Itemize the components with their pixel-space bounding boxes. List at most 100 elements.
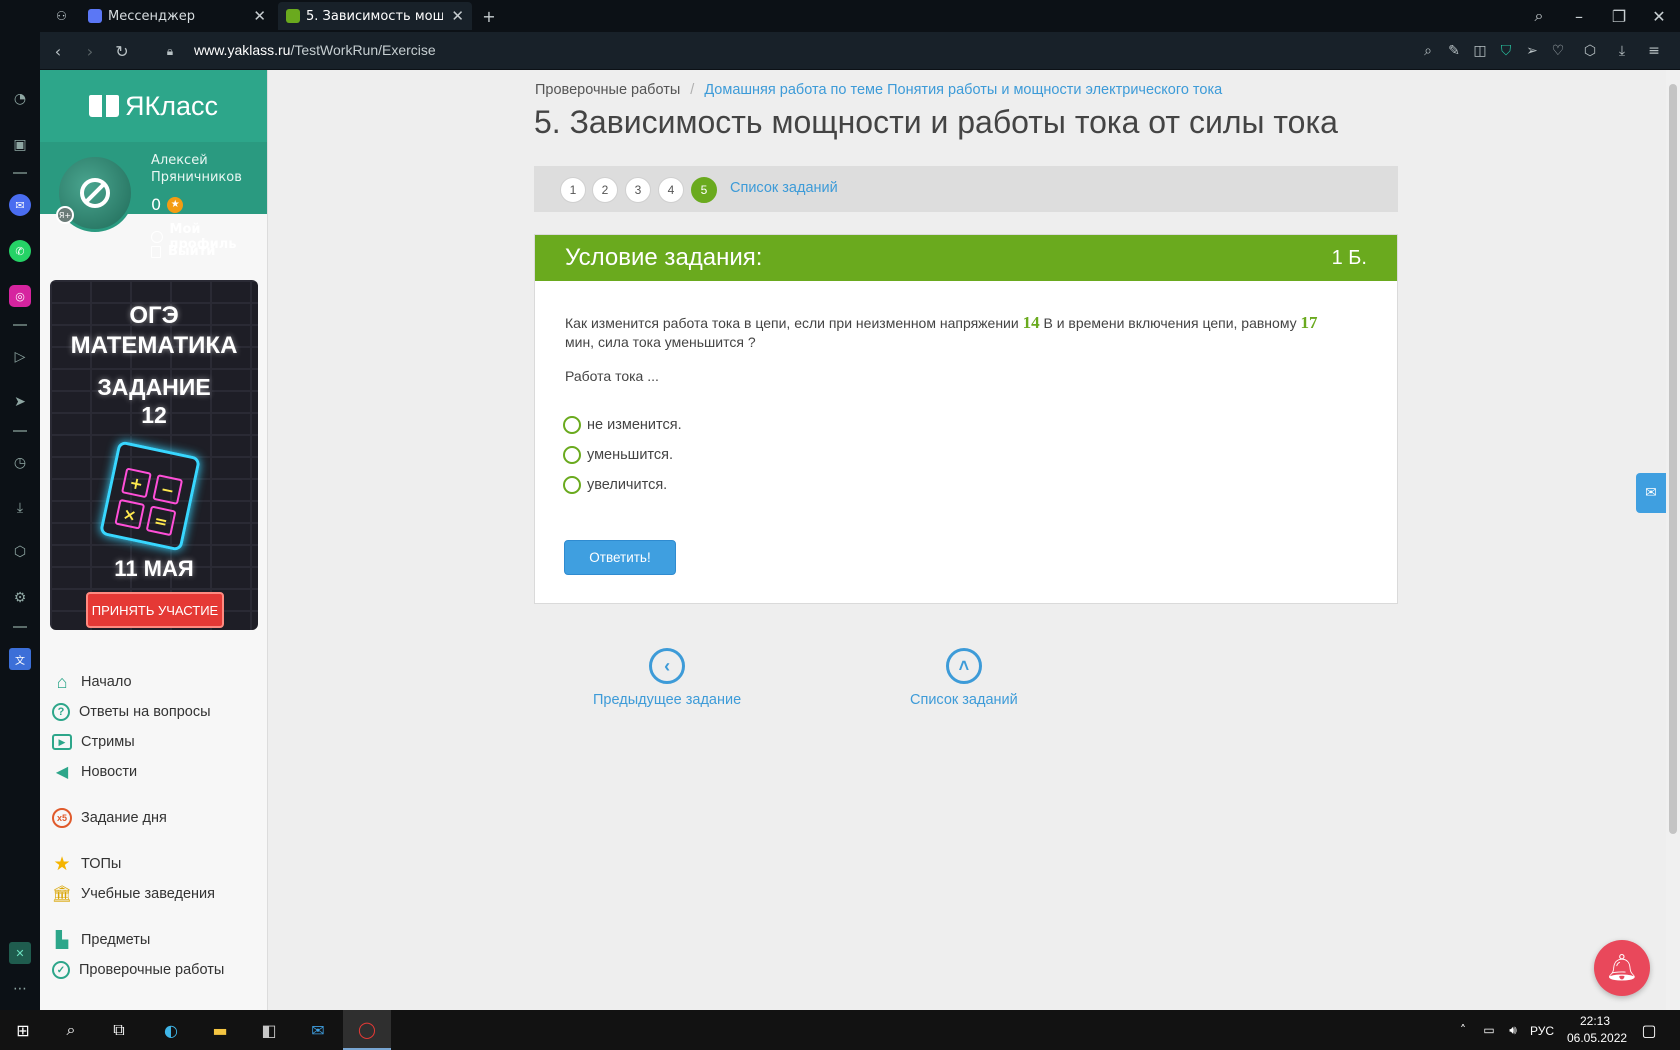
menu-item-streams[interactable]: ▶ Стримы (52, 730, 135, 754)
menu-item-news[interactable]: ◀ Новости (52, 760, 137, 784)
option-decrease[interactable]: уменьшится. (563, 446, 673, 464)
menu-item-home[interactable]: ⌂ Начало (52, 670, 132, 694)
history-icon[interactable]: ◷ (9, 452, 31, 474)
extensions-icon[interactable]: ⬡ (9, 541, 31, 563)
logout-label: Выйти (168, 244, 216, 259)
forward-icon[interactable]: › (78, 39, 102, 63)
ad-join-button[interactable]: ПРИНЯТЬ УЧАСТИЕ (86, 592, 224, 628)
breadcrumb-root[interactable]: Проверочные работы (535, 82, 680, 98)
tab-yaklass[interactable]: 5. Зависимость мощности ✕ (278, 2, 472, 30)
back-icon[interactable]: ‹ (46, 39, 70, 63)
page-scrollbar[interactable] (1666, 70, 1680, 1010)
cube-icon[interactable]: ⬡ (1580, 41, 1600, 61)
taskbar-search-icon[interactable]: ⌕ (58, 1018, 84, 1042)
ad-line-4: 12 (141, 402, 167, 428)
task-number-5-active[interactable]: 5 (691, 177, 717, 203)
submit-answer-button[interactable]: Ответить! (564, 540, 676, 575)
menu-label: Новости (81, 764, 138, 780)
window-close-icon[interactable]: ✕ (1646, 3, 1672, 29)
workspace-icon[interactable]: ▣ (9, 134, 31, 156)
ad-banner[interactable]: ОГЭ МАТЕМАТИКА ЗАДАНИЕ 12 + − × = 11 МАЯ ПР… (50, 280, 258, 630)
option-increase[interactable]: увеличится. (563, 476, 667, 494)
breadcrumb-current[interactable]: Домашняя работа по теме Понятия работы и… (704, 82, 1222, 98)
previous-task-link[interactable]: ‹ Предыдущее задание (593, 648, 741, 708)
user-last-name: Пряничников (151, 170, 242, 185)
radio-button[interactable] (563, 446, 581, 464)
tab-gamepad[interactable]: ⚇ (48, 2, 78, 30)
tab-title: 5. Зависимость мощности (306, 8, 444, 24)
yaklass-app-icon[interactable]: ✕ (9, 942, 31, 964)
easy-setup-icon[interactable]: ≡ (1644, 41, 1664, 61)
task-number-4[interactable]: 4 (658, 177, 684, 203)
menu-item-answers[interactable]: ? Ответы на вопросы (52, 700, 211, 724)
web-page: ЯКласс Я+ Алексей Пряничников 0 ★ Мой пр… (40, 70, 1680, 1010)
menu-item-task-of-day[interactable]: x5 Задание дня (52, 806, 167, 830)
network-icon[interactable]: ▭ (1476, 1018, 1502, 1042)
radio-button[interactable] (563, 416, 581, 434)
minimize-icon[interactable]: – (1566, 3, 1592, 29)
instagram-icon[interactable]: ◎ (9, 285, 31, 307)
task-number-1[interactable]: 1 (560, 177, 586, 203)
chevron-left-icon: ‹ (649, 648, 686, 684)
task-view-icon[interactable]: ⧉ (106, 1018, 132, 1042)
task-number-3[interactable]: 3 (625, 177, 651, 203)
tray-chevron-up-icon[interactable]: ˄ (1450, 1018, 1476, 1042)
tab-messenger[interactable]: Мессенджер ✕ (80, 2, 274, 30)
feedback-mail-icon[interactable]: ✉ (1636, 473, 1666, 513)
settings-gear-icon[interactable]: ⚙ (9, 587, 31, 609)
clock-date[interactable]: 06.05.2022 (1567, 1031, 1627, 1045)
task-number-2[interactable]: 2 (592, 177, 618, 203)
player-icon[interactable]: ▷ (9, 346, 31, 368)
messenger-icon[interactable]: ✉ (9, 194, 31, 216)
menu-label: ТОПы (81, 856, 122, 872)
downloads-icon[interactable]: ⤓ (9, 497, 31, 519)
task-list-bottom-link[interactable]: ˄ Список заданий (910, 648, 1018, 708)
menu-item-schools[interactable]: 🏛︎ Учебные заведения (52, 882, 215, 906)
menu-item-tests[interactable]: ✓ Проверочные работы (52, 958, 224, 982)
url-field[interactable]: www.yaklass.ru/TestWorkRun/Exercise (194, 42, 436, 58)
reload-icon[interactable]: ↻ (110, 39, 134, 63)
logout-link[interactable]: Выйти (151, 244, 215, 259)
task-card: Условие задания: 1 Б. Как изменится рабо… (534, 234, 1398, 604)
tab-search-icon[interactable]: ⌕ (1526, 3, 1552, 29)
edit-icon[interactable]: ✎ (1444, 41, 1464, 61)
edge-icon[interactable]: ◐ (158, 1018, 184, 1042)
ban-icon (80, 178, 110, 208)
menu-item-subjects[interactable]: ▙ Предметы (52, 928, 150, 952)
store-icon[interactable]: ◧ (256, 1018, 282, 1042)
lock-icon[interactable]: 🔒︎ (158, 39, 182, 63)
previous-task-label: Предыдущее задание (593, 692, 742, 708)
flow-send-icon[interactable]: ➢ (1522, 41, 1542, 61)
more-icon[interactable]: ⋯ (9, 978, 31, 1000)
close-icon[interactable]: ✕ (245, 7, 266, 25)
language-indicator[interactable]: РУС (1530, 1024, 1554, 1038)
site-logo[interactable]: ЯКласс (40, 70, 267, 142)
camera-icon[interactable]: ◫ (1470, 41, 1490, 61)
close-icon[interactable]: ✕ (443, 7, 464, 25)
mail-icon[interactable]: ✉ (305, 1018, 331, 1042)
new-tab-plus-icon[interactable]: + (476, 3, 502, 29)
download-icon[interactable]: ⤓ (1612, 41, 1632, 61)
time-value: 17 (1300, 313, 1318, 332)
option-no-change[interactable]: не изменится. (563, 416, 682, 434)
clock-time[interactable]: 22:13 (1580, 1014, 1610, 1028)
menu-item-tops[interactable]: ★ ТОПы (52, 852, 121, 876)
speed-dial-icon[interactable]: ◔ (9, 88, 31, 110)
shield-icon[interactable]: ⛉ (1496, 41, 1516, 61)
heart-icon[interactable]: ♡ (1548, 41, 1568, 61)
windows-start-icon[interactable]: ⊞ (10, 1018, 36, 1042)
notification-center-icon[interactable]: ▢ (1636, 1018, 1662, 1042)
send-icon[interactable]: ➤ (9, 391, 31, 413)
translate-icon[interactable]: 文 (9, 648, 31, 670)
restore-icon[interactable]: ❐ (1606, 3, 1632, 29)
question-text: мин, сила тока уменьшится ? (565, 334, 756, 350)
volume-icon[interactable]: 🔊︎ (1500, 1018, 1526, 1042)
scroll-thumb[interactable] (1669, 84, 1677, 834)
file-explorer-icon[interactable]: ▬ (207, 1018, 233, 1042)
whatsapp-icon[interactable]: ✆ (9, 240, 31, 262)
lens-search-icon[interactable]: ⌕ (1418, 41, 1438, 61)
notification-bell-icon[interactable]: 🔔︎ (1594, 940, 1650, 996)
task-list-link[interactable]: Список заданий (730, 180, 838, 196)
opera-taskbar-icon[interactable]: ◯ (343, 1010, 391, 1050)
radio-button[interactable] (563, 476, 581, 494)
